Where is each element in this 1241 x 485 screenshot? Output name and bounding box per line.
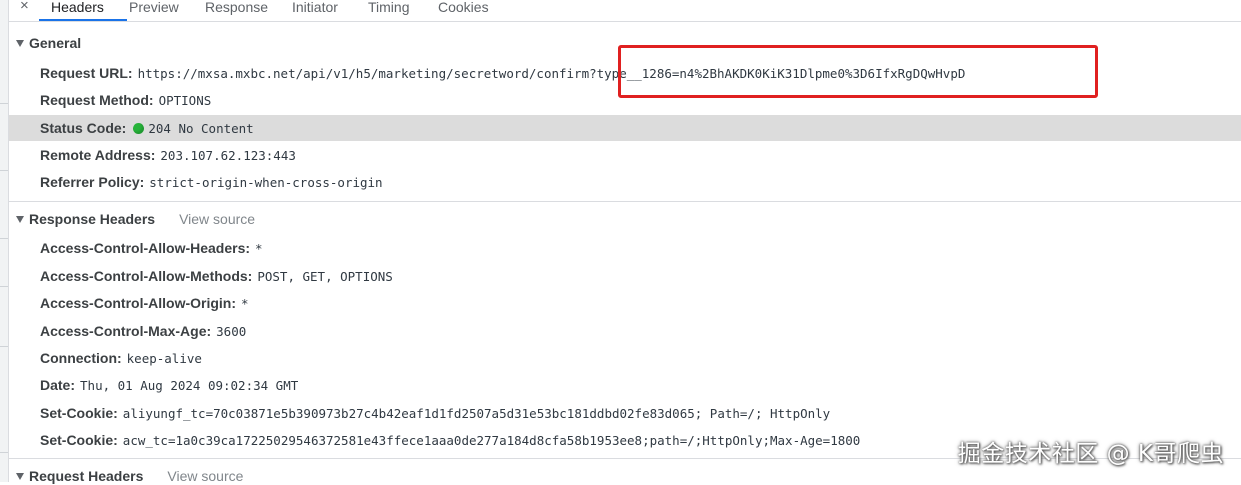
header-value[interactable]: OPTIONS: [159, 93, 212, 108]
header-value[interactable]: 203.107.62.123:443: [160, 148, 295, 163]
header-value[interactable]: Thu, 01 Aug 2024 09:02:34 GMT: [80, 378, 298, 393]
header-value[interactable]: strict-origin-when-cross-origin: [149, 175, 382, 190]
header-name: Access-Control-Max-Age:: [40, 323, 212, 339]
active-tab-indicator: [39, 19, 127, 21]
header-value[interactable]: aliyungf_tc=70c03871e5b390973b27c4b42eaf…: [123, 406, 830, 421]
header-value[interactable]: 3600: [216, 324, 246, 339]
response-header-row: Connection: keep-alive: [9, 345, 1241, 371]
general-section-toggle[interactable]: General: [16, 34, 81, 52]
collapse-triangle-icon: [16, 473, 24, 480]
request-headers-section-toggle[interactable]: Request Headers View source: [16, 467, 243, 485]
header-name: Access-Control-Allow-Origin:: [40, 295, 237, 311]
header-value[interactable]: keep-alive: [127, 351, 202, 366]
tab-headers[interactable]: Headers: [51, 0, 104, 17]
response-header-row: Access-Control-Allow-Methods: POST, GET, …: [9, 263, 1241, 289]
status-ok-icon: [133, 123, 145, 134]
response-header-row: Access-Control-Allow-Origin: *: [9, 290, 1241, 316]
tab-cookies[interactable]: Cookies: [438, 0, 489, 17]
header-name: Request Method:: [40, 92, 154, 108]
response-headers-title: Response Headers: [29, 211, 156, 227]
left-panel-edge: [0, 0, 9, 482]
general-row-referrer-policy: Referrer Policy: strict-origin-when-cross…: [9, 169, 1241, 195]
tab-preview[interactable]: Preview: [129, 0, 179, 17]
header-name: Access-Control-Allow-Headers:: [40, 240, 251, 256]
tab-initiator[interactable]: Initiator: [292, 0, 338, 17]
response-header-row: Access-Control-Max-Age: 3600: [9, 318, 1241, 344]
detail-tab-bar: × Headers Preview Response Initiator Tim…: [9, 0, 1241, 22]
header-name: Date:: [40, 377, 76, 393]
header-value[interactable]: 204 No Content: [148, 121, 253, 136]
response-header-row: Date: Thu, 01 Aug 2024 09:02:34 GMT: [9, 372, 1241, 398]
header-name: Remote Address:: [40, 147, 156, 163]
tab-timing[interactable]: Timing: [368, 0, 410, 17]
general-row-remote-address: Remote Address: 203.107.62.123:443: [9, 142, 1241, 168]
header-value[interactable]: *: [255, 241, 263, 256]
header-name: Referrer Policy:: [40, 174, 145, 190]
header-name: Request URL:: [40, 65, 133, 81]
response-header-row: Set-Cookie: aliyungf_tc=70c03871e5b390973…: [9, 400, 1241, 426]
header-name: Set-Cookie:: [40, 405, 118, 421]
header-name: Access-Control-Allow-Methods:: [40, 268, 253, 284]
annotation-highlight-box: [618, 45, 1098, 98]
general-section-title: General: [29, 35, 82, 51]
response-header-row: Access-Control-Allow-Headers: *: [9, 235, 1241, 261]
header-name: Set-Cookie:: [40, 432, 118, 448]
tab-response[interactable]: Response: [205, 0, 268, 17]
section-divider: [9, 201, 1241, 202]
header-name: Status Code:: [40, 120, 127, 136]
general-row-status-code: Status Code: 204 No Content: [9, 115, 1241, 141]
response-headers-section-toggle[interactable]: Response Headers View source: [16, 210, 255, 228]
header-value[interactable]: *: [241, 296, 249, 311]
collapse-triangle-icon: [16, 40, 24, 47]
watermark-text: 掘金技术社区 @ K哥爬虫: [957, 441, 1224, 467]
view-source-link[interactable]: View source: [179, 211, 255, 227]
header-value[interactable]: POST, GET, OPTIONS: [257, 269, 392, 284]
collapse-triangle-icon: [16, 216, 24, 223]
header-value[interactable]: acw_tc=1a0c39ca17225029546372581e43ffece…: [123, 433, 861, 448]
close-icon[interactable]: ×: [20, 0, 29, 16]
header-name: Connection:: [40, 350, 122, 366]
